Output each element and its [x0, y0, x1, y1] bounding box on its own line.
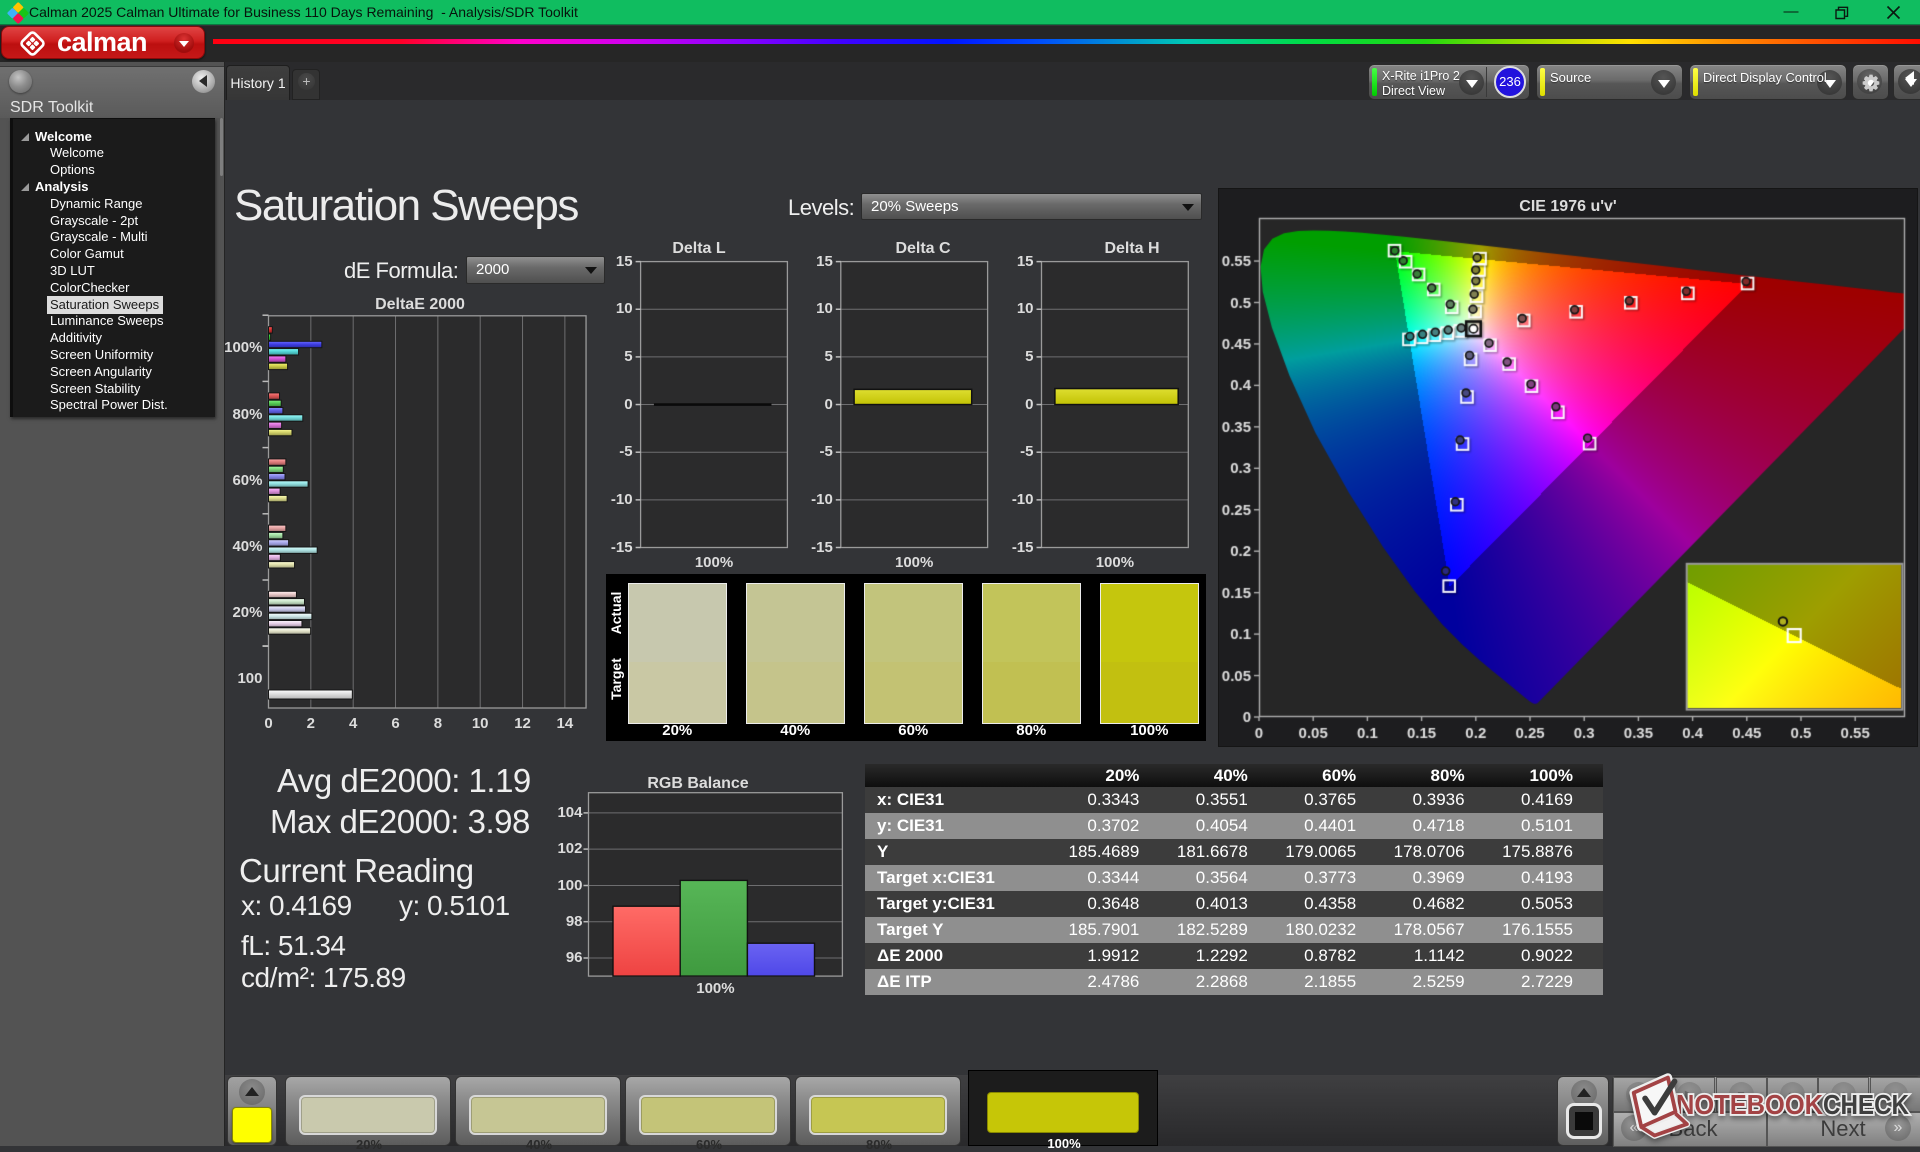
svg-text:NOTEBOOK: NOTEBOOK [1676, 1089, 1823, 1120]
svg-text:CHECK: CHECK [1823, 1089, 1909, 1120]
